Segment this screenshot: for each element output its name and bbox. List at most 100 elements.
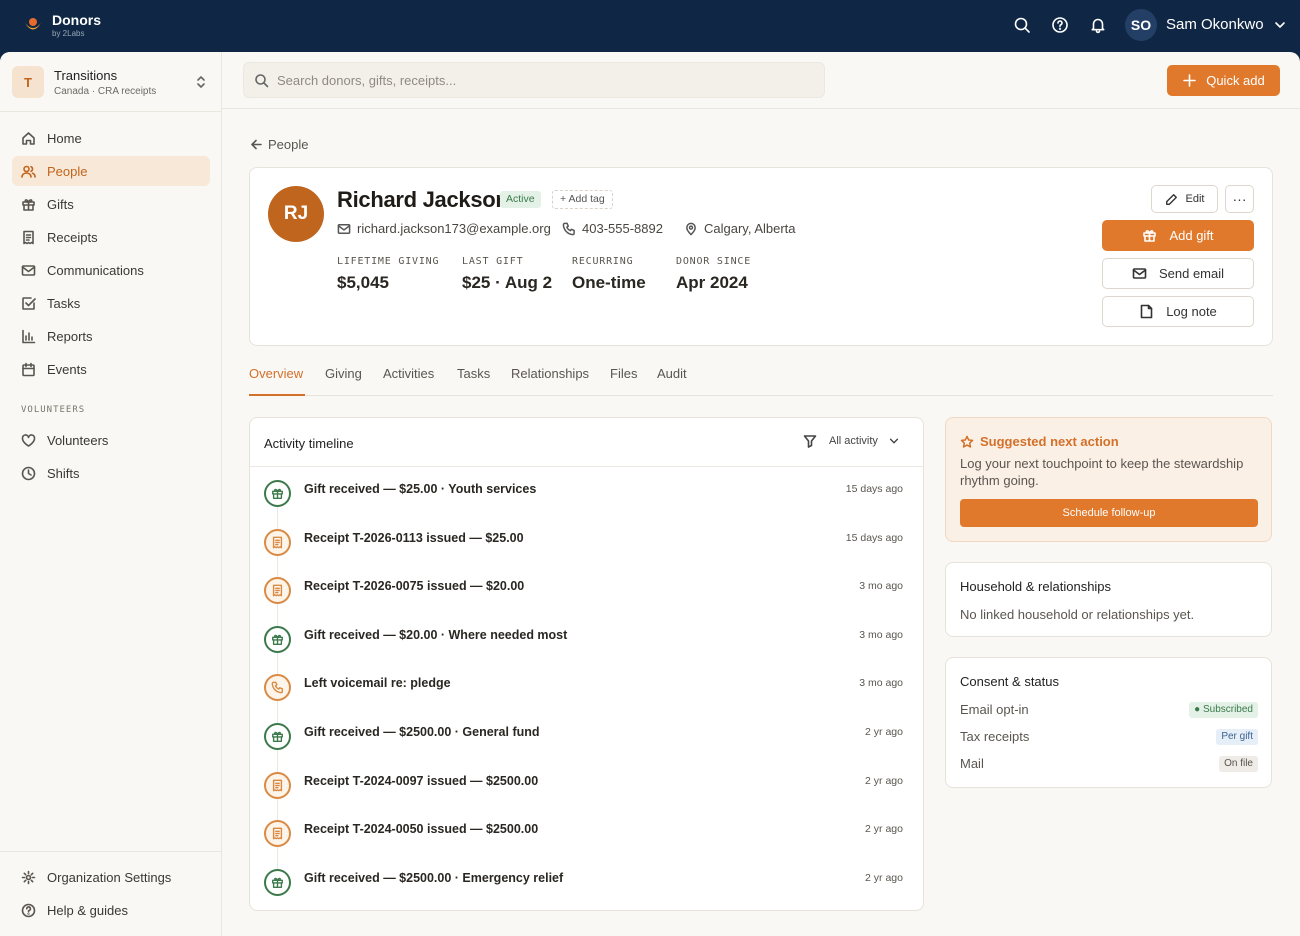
volunteers-heading: VOLUNTEERS [21, 405, 86, 415]
sidebar-item-help[interactable]: Help & guides [12, 895, 210, 925]
donor-email-text: richard.jackson173@example.org [357, 221, 551, 236]
timeline-item-time: 2 yr ago [865, 823, 903, 836]
sidebar-item-label: Organization Settings [47, 869, 172, 885]
sidebar-item-receipts[interactable]: Receipts [12, 222, 210, 252]
tab-giving[interactable]: Giving [325, 366, 362, 396]
chevron-down-icon[interactable] [1273, 18, 1287, 32]
sidebar-item-label: Help & guides [47, 902, 128, 918]
help-icon [21, 903, 36, 917]
brand-name: Donors [52, 12, 101, 28]
sidebar-item-volunteers[interactable]: Volunteers [12, 425, 210, 455]
donor-email[interactable]: richard.jackson173@example.org [337, 221, 551, 236]
timeline-item-time: 15 days ago [845, 483, 903, 495]
log-note-button[interactable]: Log note [1102, 296, 1254, 327]
add-gift-button[interactable]: Add gift [1102, 220, 1254, 251]
back-link[interactable]: People [250, 137, 308, 152]
edit-button[interactable]: Edit [1151, 185, 1218, 213]
donor-phone[interactable]: 403-555-8892 [562, 221, 663, 236]
timeline-item[interactable]: Gift received — $20.00 · Where needed mo… [250, 625, 923, 666]
heart-icon [21, 433, 36, 447]
gift-icon [264, 868, 291, 896]
activity-timeline: Activity timeline All activity Gift rece… [249, 417, 924, 911]
calendar-icon [22, 362, 35, 376]
timeline-item-time: 3 mo ago [859, 628, 903, 641]
per-gift-badge: Per gift [1216, 729, 1258, 745]
user-avatar[interactable]: SO [1125, 9, 1157, 41]
sidebar-item-people[interactable]: People [12, 156, 210, 186]
donor-location: Calgary, Alberta [684, 221, 796, 236]
filter-icon [803, 435, 817, 448]
receipt-icon [264, 771, 291, 799]
mail-icon [1132, 268, 1147, 279]
sidebar-item-events[interactable]: Events [12, 354, 210, 384]
stat-label: DONOR SINCE [676, 256, 752, 267]
timeline-item-time: 2 yr ago [865, 774, 903, 787]
timeline-item[interactable]: Receipt T-2024-0097 issued — $2500.00 2 y… [250, 771, 923, 812]
sidebar-item-gifts[interactable]: Gifts [12, 189, 210, 219]
activity-filter[interactable]: All activity [803, 434, 900, 448]
suggested-action-title: Suggested next action [960, 434, 1119, 449]
gift-icon [264, 480, 291, 507]
add-tag-button[interactable]: + Add tag [552, 190, 613, 209]
sidebar-item-settings[interactable]: Organization Settings [12, 862, 210, 892]
sidebar-item-label: People [47, 163, 88, 179]
bell-icon[interactable] [1089, 16, 1107, 34]
timeline-item[interactable]: Gift received — $25.00 · Youth services 1… [250, 480, 923, 520]
schedule-follow-up-button[interactable]: Schedule follow-up [960, 499, 1258, 527]
stat-donor-since: Apr 2024 [676, 273, 748, 292]
timeline-item-time: 3 mo ago [859, 580, 903, 593]
more-icon: ··· [1232, 191, 1247, 207]
more-options-button[interactable]: ··· [1225, 185, 1254, 213]
pencil-icon [1165, 193, 1177, 205]
sidebar-item-communications[interactable]: Communications [12, 255, 210, 285]
map-pin-icon [686, 222, 696, 235]
timeline-item[interactable]: Left voicemail re: pledge 3 mo ago [250, 674, 923, 714]
timeline-item[interactable]: Gift received — $2500.00 · General fund 2… [250, 723, 923, 763]
org-switcher[interactable]: T Transitions Canada · CRA receipts [12, 62, 210, 102]
timeline-item[interactable]: Receipt T-2026-0113 issued — $25.00 15 da… [250, 528, 923, 569]
tab-activities[interactable]: Activities [383, 366, 434, 396]
donor-avatar: RJ [268, 186, 324, 242]
timeline-item[interactable]: Receipt T-2024-0050 issued — $2500.00 2 y… [250, 820, 923, 860]
household-card: Household & relationships No linked hous… [945, 562, 1272, 637]
receipt-icon [23, 230, 34, 244]
send-email-button[interactable]: Send email [1102, 258, 1254, 289]
sidebar-item-label: Reports [47, 328, 93, 344]
help-icon[interactable] [1051, 16, 1069, 34]
timeline-item[interactable]: Gift received — $2500.00 · Emergency rel… [250, 868, 923, 909]
timeline-item[interactable]: Receipt T-2026-0075 issued — $20.00 3 mo … [250, 577, 923, 617]
stat-lifetime-giving: $5,045 [337, 273, 389, 292]
tab-tasks[interactable]: Tasks [457, 366, 490, 396]
household-title: Household & relationships [960, 579, 1112, 594]
user-name[interactable]: Sam Okonkwo [1166, 16, 1264, 33]
arrow-left-icon [251, 139, 262, 150]
donor-name: Richard Jackson [337, 187, 509, 212]
sidebar-item-label: Volunteers [47, 432, 109, 448]
tab-relationships[interactable]: Relationships [511, 366, 589, 396]
send-email-label: Send email [1158, 266, 1225, 281]
sidebar-item-home[interactable]: Home [12, 123, 210, 153]
on-file-badge: On file [1219, 756, 1258, 772]
gift-icon [22, 198, 35, 211]
main-content: Search donors, gifts, receipts... Quick … [222, 52, 1300, 936]
stat-last-gift: $25 · Aug 2 [462, 273, 553, 292]
consent-label: Tax receipts [960, 729, 1030, 744]
timeline-item-text: Receipt T-2024-0050 issued — $2500.00 [304, 822, 539, 837]
brand[interactable]: Donors by 2Labs [52, 12, 101, 38]
search-icon[interactable] [1013, 16, 1031, 34]
tab-audit[interactable]: Audit [657, 366, 687, 396]
tab-files[interactable]: Files [610, 366, 637, 396]
consent-row-tax: Tax receipts Per gift [960, 729, 1258, 745]
sidebar: T Transitions Canada · CRA receipts Home… [0, 52, 222, 936]
quick-add-button[interactable]: Quick add [1167, 65, 1280, 96]
users-icon [21, 165, 36, 178]
tab-overview[interactable]: Overview [249, 366, 305, 396]
stat-label: RECURRING [572, 256, 634, 267]
gift-icon [264, 625, 291, 653]
sidebar-item-reports[interactable]: Reports [12, 321, 210, 351]
search-input[interactable]: Search donors, gifts, receipts... [243, 62, 825, 98]
stat-label: LAST GIFT [462, 256, 524, 267]
sidebar-item-shifts[interactable]: Shifts [12, 458, 210, 488]
org-sub: Canada · CRA receipts [54, 85, 157, 97]
sidebar-item-tasks[interactable]: Tasks [12, 288, 210, 318]
